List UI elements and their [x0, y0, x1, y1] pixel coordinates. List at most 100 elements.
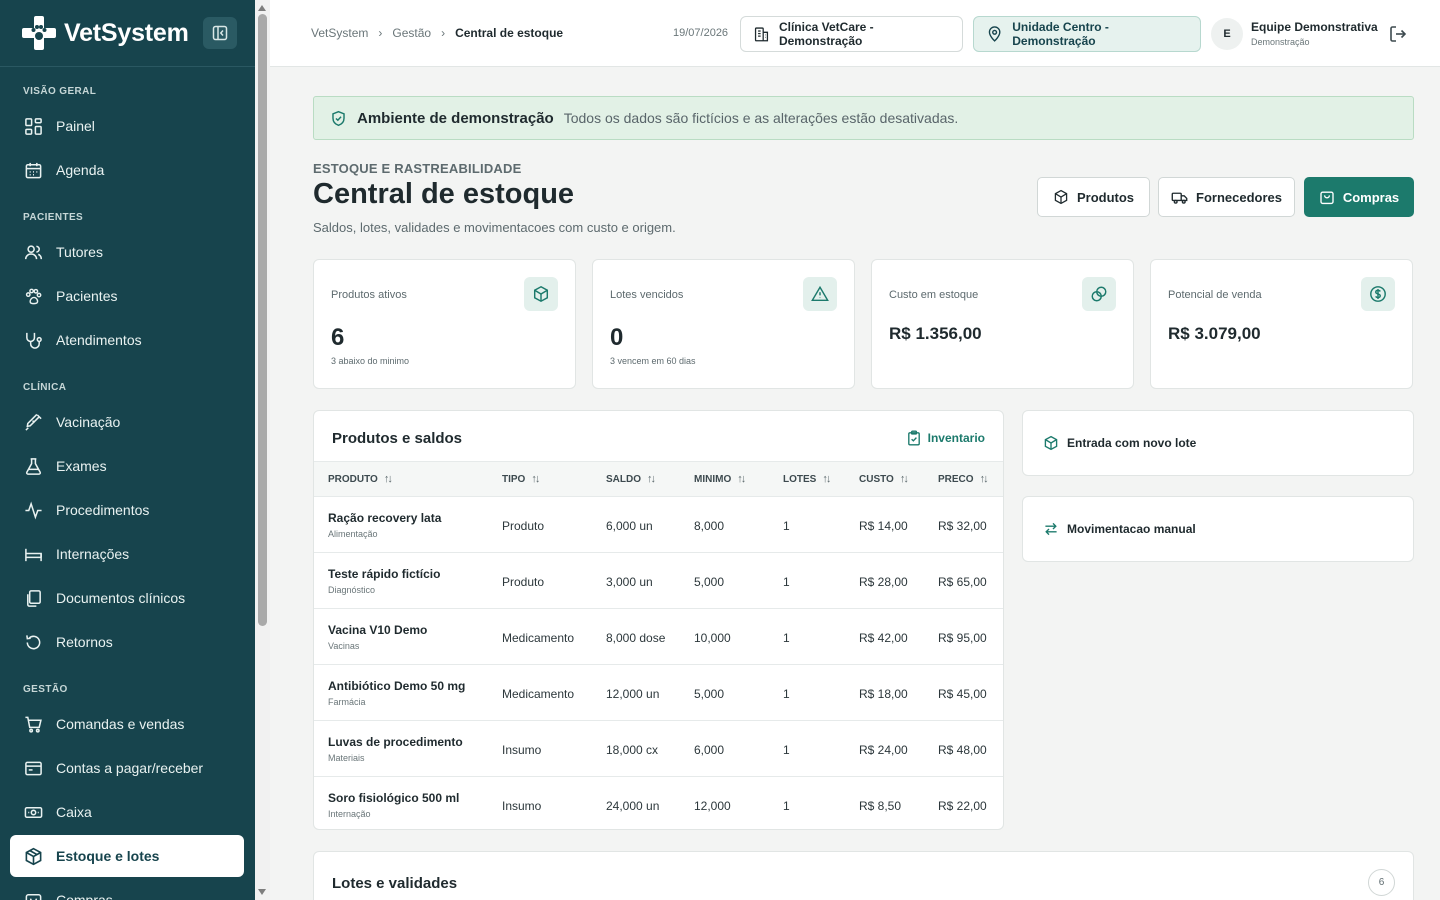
breadcrumb-item-gestao[interactable]: Gestão [392, 26, 431, 40]
sidebar-item-label: Atendimentos [56, 332, 142, 348]
product-balance: 6,000 un [606, 519, 653, 533]
sidebar-item-estoque[interactable]: Estoque e lotes [10, 835, 244, 877]
collapse-sidebar-button[interactable] [203, 17, 237, 49]
product-lots: 1 [783, 799, 790, 813]
sidebar-item-label: Retornos [56, 634, 113, 650]
sidebar-item-caixa[interactable]: Caixa [10, 791, 244, 833]
manual-movement-button[interactable]: Movimentacao manual [1022, 496, 1414, 562]
stat-label: Produtos ativos [331, 289, 407, 301]
sidebar-item-procedimentos[interactable]: Procedimentos [10, 489, 244, 531]
stat-value: 0 [610, 324, 624, 351]
product-lots: 1 [783, 575, 790, 589]
column-header-custo[interactable]: CUSTO ↑↓ [859, 473, 909, 485]
sidebar-item-label: Procedimentos [56, 502, 150, 518]
product-lots: 1 [783, 519, 790, 533]
unit-selector[interactable]: Unidade Centro - Demonstração [973, 16, 1201, 52]
product-name: Luvas de procedimento [328, 735, 463, 749]
stat-label: Custo em estoque [889, 289, 979, 301]
sidebar-item-agenda[interactable]: Agenda [10, 149, 244, 191]
sort-icon: ↑↓ [383, 473, 393, 485]
sidebar-item-exames[interactable]: Exames [10, 445, 244, 487]
stat-icon-wrap [1082, 277, 1116, 311]
truck-icon [1171, 192, 1188, 204]
users-icon [24, 244, 43, 259]
cube-icon [1054, 189, 1068, 205]
paw-logo-icon [22, 16, 56, 50]
product-category: Diagnóstico [328, 585, 376, 595]
product-minimum: 5,000 [694, 575, 725, 589]
sidebar-item-contas[interactable]: Contas a pagar/receber [10, 747, 244, 789]
page-scrollbar[interactable] [255, 0, 270, 900]
user-role: Demonstração [1251, 37, 1310, 47]
column-header-preco[interactable]: PRECO ↑↓ [938, 473, 989, 485]
sidebar-item-vacinacao[interactable]: Vacinação [10, 401, 244, 443]
product-cost: R$ 28,00 [859, 575, 908, 589]
product-lots: 1 [783, 687, 790, 701]
scroll-down-arrow-icon[interactable] [258, 889, 266, 895]
suppliers-button[interactable]: Fornecedores [1158, 177, 1295, 217]
stat-card-stock-cost: Custo em estoque R$ 1.356,00 [871, 259, 1134, 389]
column-label: MINIMO [694, 473, 732, 485]
purchases-button[interactable]: Compras [1304, 177, 1414, 217]
sidebar-item-label: Vacinação [56, 414, 121, 430]
sidebar-item-label: Compras [56, 892, 113, 900]
stat-card-expired-lots: Lotes vencidos 0 3 vencem em 60 dias [592, 259, 855, 389]
sidebar-item-compras[interactable]: Compras [10, 879, 244, 900]
product-minimum: 5,000 [694, 687, 725, 701]
stat-note: 3 abaixo do minimo [331, 356, 410, 366]
products-button-label: Produtos [1076, 189, 1135, 205]
sidebar-item-retornos[interactable]: Retornos [10, 621, 244, 663]
products-button[interactable]: Produtos [1037, 177, 1150, 217]
sidebar-item-label: Estoque e lotes [56, 848, 160, 864]
sidebar-item-internacoes[interactable]: Internações [10, 533, 244, 575]
brand-name: VetSystem [64, 18, 189, 47]
shield-check-icon [332, 110, 345, 126]
topbar: VetSystem › Gestão › Central de estoque … [270, 0, 1440, 67]
column-header-minimo[interactable]: MINIMO ↑↓ [694, 473, 746, 485]
sidebar-item-label: Exames [56, 458, 107, 474]
product-balance: 18,000 cx [606, 743, 659, 757]
clinic-selector[interactable]: Clínica VetCare - Demonstração [740, 16, 963, 52]
paw-icon [25, 288, 42, 304]
table-row[interactable]: Soro fisiológico 500 ml Internação Insum… [314, 777, 1003, 829]
table-row[interactable]: Ração recovery lata Alimentação Produto … [314, 497, 1003, 553]
product-type: Medicamento [502, 631, 575, 645]
documents-icon [27, 589, 41, 607]
avatar[interactable]: E [1211, 18, 1243, 50]
stethoscope-icon [26, 332, 42, 349]
table-row[interactable]: Luvas de procedimento Materiais Insumo 1… [314, 721, 1003, 777]
sidebar-item-label: Caixa [56, 804, 92, 820]
unit-name: Unidade Centro - Demonstração [1012, 20, 1109, 48]
product-name: Ração recovery lata [328, 511, 442, 525]
sidebar-item-documentos[interactable]: Documentos clínicos [10, 577, 244, 619]
sidebar-item-atendimentos[interactable]: Atendimentos [10, 319, 244, 361]
product-price: R$ 45,00 [938, 687, 987, 701]
suppliers-button-label: Fornecedores [1196, 189, 1282, 205]
column-header-tipo[interactable]: TIPO ↑↓ [502, 473, 540, 485]
scroll-thumb[interactable] [258, 14, 267, 626]
logout-icon[interactable] [1388, 24, 1408, 44]
sidebar-item-tutores[interactable]: Tutores [10, 231, 244, 273]
main-content: Ambiente de demonstração Todos os dados … [270, 67, 1440, 900]
brand[interactable]: VetSystem [20, 14, 189, 52]
product-name: Vacina V10 Demo [328, 623, 428, 637]
product-name: Soro fisiológico 500 ml [328, 791, 460, 805]
sidebar-item-pacientes[interactable]: Pacientes [10, 275, 244, 317]
column-header-produto[interactable]: PRODUTO ↑↓ [328, 473, 393, 485]
sidebar-item-painel[interactable]: Painel [10, 105, 244, 147]
activity-icon [25, 500, 42, 520]
breadcrumb-item-home[interactable]: VetSystem [311, 26, 368, 40]
product-type: Medicamento [502, 687, 575, 701]
table-row[interactable]: Vacina V10 Demo Vacinas Medicamento 8,00… [314, 609, 1003, 665]
table-row[interactable]: Antibiótico Demo 50 mg Farmácia Medicame… [314, 665, 1003, 721]
table-row[interactable]: Teste rápido fictício Diagnóstico Produt… [314, 553, 1003, 609]
inventory-link[interactable]: Inventario [906, 430, 985, 446]
scroll-up-arrow-icon[interactable] [258, 5, 266, 11]
column-header-saldo[interactable]: SALDO ↑↓ [606, 473, 656, 485]
column-header-lotes[interactable]: LOTES ↑↓ [783, 473, 831, 485]
bag-icon [1320, 191, 1334, 205]
arrows-swap-icon [1045, 522, 1057, 536]
coins-icon [1091, 286, 1107, 302]
sidebar-item-comandas[interactable]: Comandas e vendas [10, 703, 244, 745]
new-lot-entry-button[interactable]: Entrada com novo lote [1022, 410, 1414, 476]
